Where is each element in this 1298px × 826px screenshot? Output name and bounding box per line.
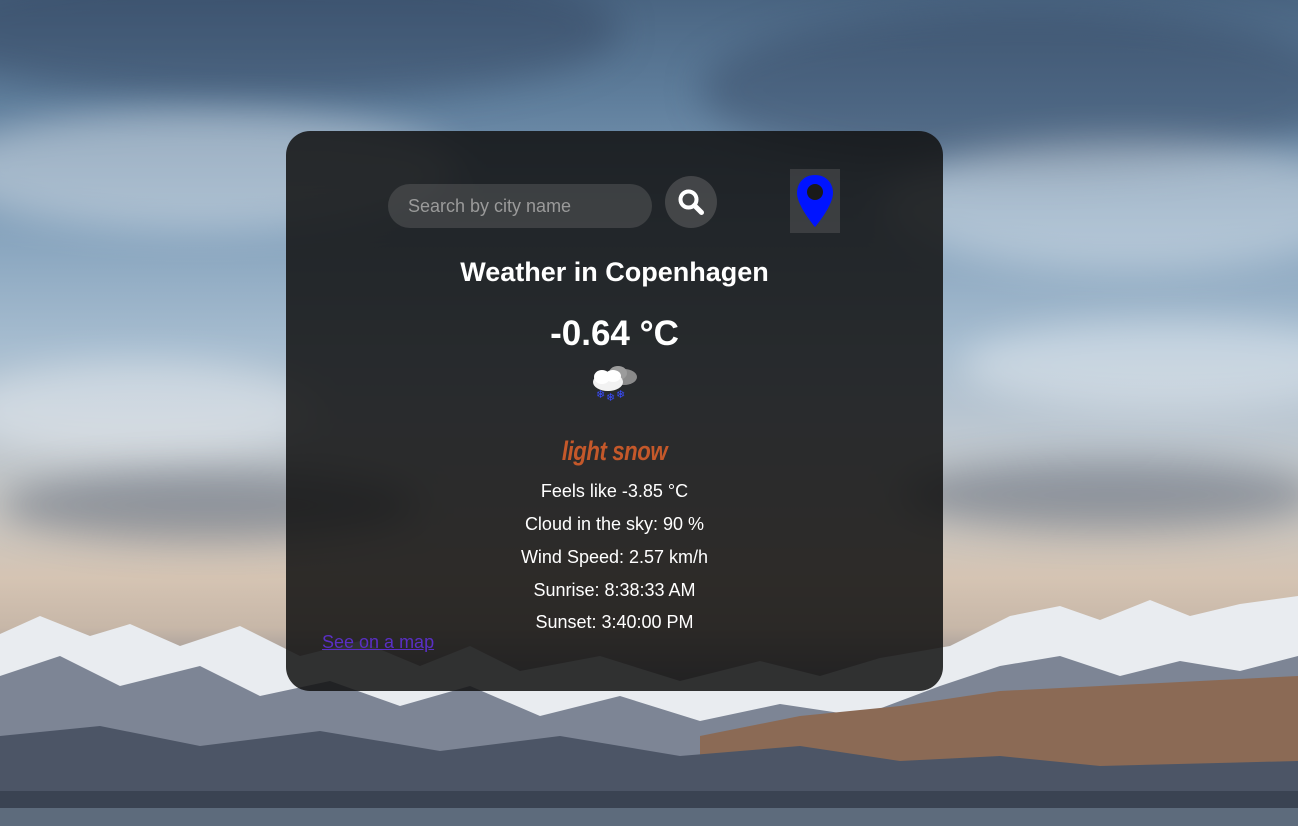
search-bar: [286, 131, 943, 233]
search-icon: [678, 189, 704, 215]
temperature: -0.64 °C: [550, 314, 679, 353]
cloud-coverage: Cloud in the sky: 90 %: [524, 514, 705, 534]
search-button[interactable]: [665, 176, 717, 228]
snow-cloud-icon: ❄ ❄ ❄: [593, 366, 637, 403]
feels-like: Feels like -3.85 °C: [540, 481, 689, 501]
city-title: Weather in Copenhagen: [460, 257, 769, 287]
svg-text:❄: ❄: [606, 391, 615, 403]
sunset-time: Sunset: 3:40:00 PM: [535, 612, 694, 632]
weather-description: light snow: [561, 436, 668, 466]
sunrise-time: Sunrise: 8:38:33 AM: [533, 580, 696, 600]
weather-card: Weather in Copenhagen -0.64 °C ❄ ❄ ❄ lig…: [286, 131, 943, 691]
see-on-map-link[interactable]: See on a map: [322, 632, 434, 653]
search-input[interactable]: [388, 184, 652, 228]
svg-text:❄: ❄: [596, 388, 605, 401]
svg-text:❄: ❄: [616, 388, 625, 401]
location-button[interactable]: [790, 169, 840, 233]
wind-speed: Wind Speed: 2.57 km/h: [520, 547, 709, 567]
location-pin-icon: [797, 175, 833, 227]
